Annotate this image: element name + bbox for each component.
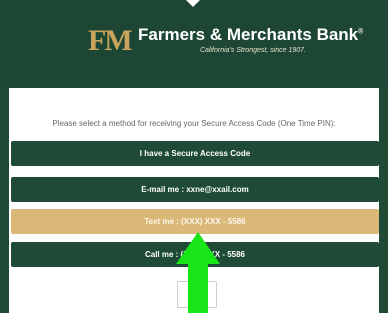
text-me-button[interactable]: Text me : (XXX) XXX - 5586 — [11, 209, 379, 234]
have-code-button[interactable]: I have a Secure Access Code — [11, 141, 379, 166]
bank-name-text: Farmers & Merchants Bank — [138, 25, 359, 44]
registered-mark: ® — [358, 28, 364, 36]
header-notch — [186, 0, 200, 7]
bank-header: FM Farmers & Merchants Bank® California'… — [0, 0, 388, 88]
bank-logo: FM Farmers & Merchants Bank® California'… — [88, 24, 363, 59]
email-me-button[interactable]: E-mail me : xxne@xxail.com — [11, 177, 379, 202]
login-frame: FM Farmers & Merchants Bank® California'… — [0, 0, 388, 318]
bank-tagline: California's Strongest, since 1907. — [200, 47, 307, 54]
method-prompt: Please select a method for receiving you… — [52, 119, 336, 128]
bank-name: Farmers & Merchants Bank® — [138, 25, 363, 45]
annotation-arrow-icon — [176, 232, 220, 313]
logo-mark: FM — [88, 24, 133, 57]
